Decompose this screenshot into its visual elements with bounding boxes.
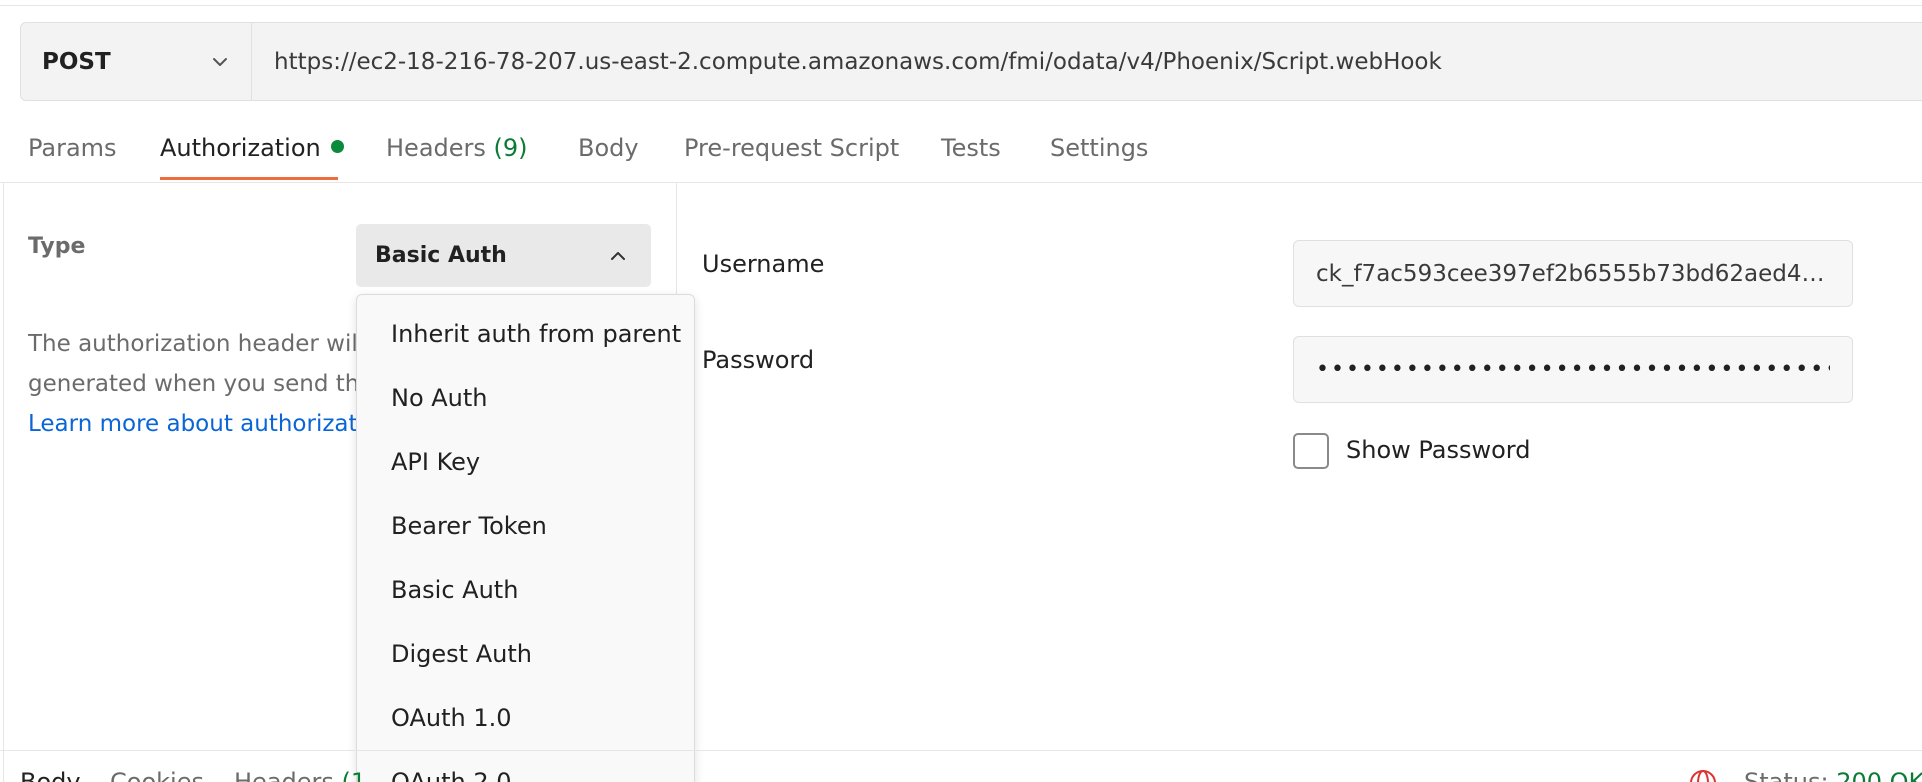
dropdown-item-basic-auth[interactable]: Basic Auth: [391, 576, 518, 604]
tabs-divider: [0, 182, 1922, 183]
username-field[interactable]: ck_f7ac593cee397ef2b6555b73bd62aed4b...: [1293, 240, 1853, 307]
active-dot-icon: [330, 140, 344, 153]
auth-description: The authorization header will generated …: [28, 324, 388, 444]
username-value: ck_f7ac593cee397ef2b6555b73bd62aed4b...: [1316, 260, 1830, 287]
tab-settings[interactable]: Settings: [1050, 134, 1148, 162]
chevron-up-icon: [611, 251, 625, 260]
active-tab-indicator: [160, 177, 338, 180]
tab-params[interactable]: Params: [28, 134, 117, 162]
tab-tests[interactable]: Tests: [941, 134, 1001, 162]
dropdown-item-api-key[interactable]: API Key: [391, 448, 480, 476]
dropdown-item-inherit[interactable]: Inherit auth from parent: [391, 320, 681, 348]
password-field[interactable]: ••••••••••••••••••••••••••••••••••••••••: [1293, 336, 1853, 403]
response-tab-headers[interactable]: Headers (1: [234, 768, 366, 782]
top-divider: [0, 5, 1922, 6]
response-tab-body[interactable]: Body: [20, 768, 81, 782]
auth-description-line-1: The authorization header will: [28, 331, 365, 357]
auth-description-line-2: generated when you send the: [28, 371, 374, 397]
auth-type-selected: Basic Auth: [375, 243, 507, 268]
chevron-down-icon: [213, 57, 227, 66]
show-password-checkbox[interactable]: [1293, 433, 1329, 469]
tab-headers[interactable]: Headers (9): [386, 134, 528, 162]
learn-more-link[interactable]: Learn more about authorization: [28, 404, 388, 444]
show-password-label[interactable]: Show Password: [1346, 436, 1531, 464]
method-select[interactable]: POST: [21, 23, 252, 100]
auth-type-select[interactable]: Basic Auth: [356, 224, 651, 287]
url-input[interactable]: https://ec2-18-216-78-207.us-east-2.comp…: [252, 23, 1922, 100]
tab-body[interactable]: Body: [578, 134, 639, 162]
tab-prerequest-script[interactable]: Pre-request Script: [684, 134, 899, 162]
dropdown-item-no-auth[interactable]: No Auth: [391, 384, 488, 412]
password-value: ••••••••••••••••••••••••••••••••••••••••: [1316, 357, 1830, 382]
response-headers-count: (1: [341, 768, 367, 782]
dropdown-item-digest-auth[interactable]: Digest Auth: [391, 640, 532, 668]
request-tabs: Params Authorization Headers (9) Body Pr…: [0, 122, 1922, 182]
dropdown-item-oauth-1[interactable]: OAuth 1.0: [391, 704, 512, 732]
method-label: POST: [42, 48, 111, 75]
request-bar: POST https://ec2-18-216-78-207.us-east-2…: [20, 22, 1922, 101]
tab-headers-label: Headers: [386, 134, 486, 162]
response-divider: [0, 750, 1922, 751]
dropdown-item-oauth-2[interactable]: OAuth 2.0: [391, 768, 512, 782]
response-tab-headers-label: Headers: [234, 768, 334, 782]
response-status: Status: 200 OK: [1744, 768, 1922, 782]
tab-authorization[interactable]: Authorization: [160, 134, 344, 162]
response-tab-cookies[interactable]: Cookies: [110, 768, 204, 782]
password-label: Password: [702, 346, 815, 374]
status-label: Status:: [1744, 768, 1829, 782]
username-label: Username: [702, 250, 825, 278]
dropdown-item-bearer-token[interactable]: Bearer Token: [391, 512, 547, 540]
globe-icon[interactable]: [1688, 768, 1718, 782]
auth-type-dropdown: Inherit auth from parent No Auth API Key…: [356, 294, 695, 782]
status-value: 200 OK: [1836, 768, 1922, 782]
tab-authorization-label: Authorization: [160, 134, 321, 162]
headers-count-badge: (9): [493, 134, 528, 162]
auth-type-label: Type: [28, 234, 86, 259]
left-frame-border: [3, 182, 4, 782]
